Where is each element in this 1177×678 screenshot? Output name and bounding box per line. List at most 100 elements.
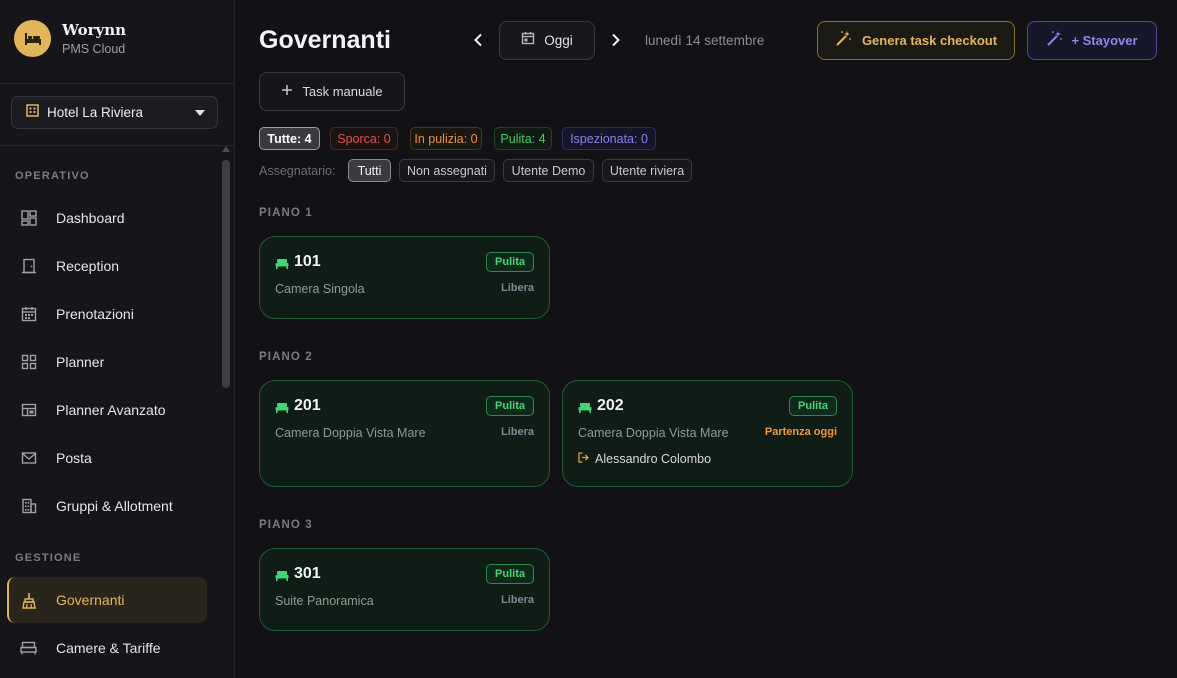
layout-icon bbox=[20, 402, 37, 419]
room-card[interactable]: 101 Pulita Camera Singola Libera bbox=[259, 236, 550, 319]
filter-all[interactable]: Tutte: 4 bbox=[259, 127, 320, 150]
filter-cleaning[interactable]: In pulizia: 0 bbox=[410, 127, 482, 150]
floor-title: PIANO 2 bbox=[259, 351, 313, 363]
occupancy-status: Libera bbox=[500, 426, 534, 438]
room-type: Camera Doppia Vista Mare bbox=[578, 426, 729, 440]
sidebar-item-label: Prenotazioni bbox=[56, 306, 134, 322]
assignee-option-riviera-user[interactable]: Utente riviera bbox=[602, 159, 692, 182]
assignee-option-unassigned[interactable]: Non assegnati bbox=[399, 159, 495, 182]
floor-title: PIANO 1 bbox=[259, 207, 313, 219]
current-date: lunedì 14 settembre bbox=[645, 33, 765, 48]
plus-icon bbox=[281, 83, 293, 101]
logout-arrow-icon bbox=[578, 450, 589, 468]
hotel-icon bbox=[26, 103, 39, 122]
sidebar-item-governanti[interactable]: Governanti bbox=[7, 577, 207, 623]
room-card[interactable]: 301 Pulita Suite Panoramica Libera bbox=[259, 548, 550, 631]
previous-day-button[interactable] bbox=[468, 30, 488, 50]
filter-clean[interactable]: Pulita: 4 bbox=[494, 127, 552, 150]
today-button[interactable]: Oggi bbox=[499, 21, 595, 60]
sidebar-item-label: Dashboard bbox=[56, 210, 125, 226]
status-badge: Pulita bbox=[789, 396, 837, 416]
bed-icon bbox=[20, 640, 37, 657]
sidebar-item-gruppi-allotment[interactable]: Gruppi & Allotment bbox=[7, 483, 207, 529]
sidebar-item-posta[interactable]: Posta bbox=[7, 435, 207, 481]
sidebar-item-label: Planner Avanzato bbox=[56, 402, 166, 418]
sidebar-divider bbox=[0, 145, 234, 146]
bed-icon bbox=[578, 400, 592, 418]
occupancy-status: Partenza oggi bbox=[764, 426, 837, 438]
sidebar-item-camere-tariffe[interactable]: Camere & Tariffe bbox=[7, 625, 207, 671]
status-badge: Pulita bbox=[486, 396, 534, 416]
room-type: Camera Singola bbox=[275, 282, 365, 296]
bed-logo-icon bbox=[14, 20, 51, 57]
sidebar-item-prenotazioni[interactable]: Prenotazioni bbox=[7, 291, 207, 337]
assignee-option-demo-user[interactable]: Utente Demo bbox=[503, 159, 594, 182]
dashboard-icon bbox=[20, 210, 37, 227]
magic-wand-icon bbox=[1046, 30, 1063, 52]
brand-name: Worynn bbox=[62, 20, 127, 39]
room-number: 101 bbox=[294, 253, 321, 270]
room-card[interactable]: 201 Pulita Camera Doppia Vista Mare Libe… bbox=[259, 380, 550, 487]
chevron-left-icon bbox=[474, 33, 482, 47]
sidebar-item-dashboard[interactable]: Dashboard bbox=[7, 195, 207, 241]
sidebar-item-label: Gruppi & Allotment bbox=[56, 498, 173, 514]
manual-task-button-label: Task manuale bbox=[302, 84, 383, 99]
next-day-button[interactable] bbox=[606, 30, 626, 50]
calendar-icon bbox=[20, 306, 37, 323]
chevron-right-icon bbox=[612, 33, 620, 47]
brand-subtitle: PMS Cloud bbox=[62, 41, 126, 56]
hotel-selector[interactable]: Hotel La Riviera bbox=[11, 96, 218, 129]
grid-icon bbox=[20, 354, 37, 371]
occupancy-status: Libera bbox=[500, 282, 534, 294]
bed-icon bbox=[275, 256, 289, 274]
stayover-button[interactable]: + Stayover bbox=[1027, 21, 1157, 60]
status-badge: Pulita bbox=[486, 252, 534, 272]
mail-icon bbox=[20, 450, 37, 467]
sidebar-item-label: Governanti bbox=[56, 592, 125, 608]
bed-icon bbox=[275, 400, 289, 418]
floor-title: PIANO 3 bbox=[259, 519, 313, 531]
generate-checkout-tasks-button[interactable]: Genera task checkout bbox=[817, 21, 1015, 60]
room-type: Camera Doppia Vista Mare bbox=[275, 426, 426, 440]
scroll-up-arrow-icon[interactable] bbox=[222, 146, 230, 152]
section-title-operativo: OPERATIVO bbox=[15, 170, 90, 182]
calendar-icon bbox=[521, 31, 535, 50]
today-button-label: Oggi bbox=[544, 33, 573, 48]
sidebar-item-planner-avanzato[interactable]: Planner Avanzato bbox=[7, 387, 207, 433]
sidebar: Worynn PMS Cloud Hotel La Riviera OPERAT… bbox=[0, 0, 235, 678]
brand: Worynn PMS Cloud bbox=[14, 20, 126, 57]
chevron-down-icon bbox=[195, 110, 205, 116]
sidebar-item-label: Camere & Tariffe bbox=[56, 640, 161, 656]
manual-task-button[interactable]: Task manuale bbox=[259, 72, 405, 111]
sidebar-item-planner[interactable]: Planner bbox=[7, 339, 207, 385]
sidebar-item-label: Planner bbox=[56, 354, 105, 370]
room-card[interactable]: 202 Pulita Camera Doppia Vista Mare Part… bbox=[562, 380, 853, 487]
hotel-selector-value: Hotel La Riviera bbox=[47, 105, 144, 120]
guest-name: Alessandro Colombo bbox=[595, 452, 712, 466]
building-icon bbox=[20, 498, 37, 515]
filter-inspected[interactable]: Ispezionata: 0 bbox=[562, 127, 656, 150]
sidebar-divider bbox=[0, 83, 234, 84]
door-icon bbox=[20, 258, 37, 275]
scrollbar-thumb[interactable] bbox=[222, 160, 230, 388]
assignee-option-all[interactable]: Tutti bbox=[348, 159, 391, 182]
room-number: 301 bbox=[294, 565, 321, 582]
room-type: Suite Panoramica bbox=[275, 594, 374, 608]
sidebar-item-reception[interactable]: Reception bbox=[7, 243, 207, 289]
generate-checkout-tasks-label: Genera task checkout bbox=[861, 33, 998, 48]
sidebar-item-label: Reception bbox=[56, 258, 120, 274]
stayover-button-label: + Stayover bbox=[1071, 33, 1138, 48]
status-badge: Pulita bbox=[486, 564, 534, 584]
guest-info: Alessandro Colombo bbox=[578, 450, 711, 468]
room-number: 201 bbox=[294, 397, 321, 414]
filter-dirty[interactable]: Sporca: 0 bbox=[330, 127, 398, 150]
section-title-gestione: GESTIONE bbox=[15, 552, 82, 564]
occupancy-status: Libera bbox=[500, 594, 534, 606]
bed-icon bbox=[275, 568, 289, 586]
page-title: Governanti bbox=[259, 26, 391, 54]
sidebar-scrollbar[interactable] bbox=[220, 146, 232, 678]
broom-icon bbox=[20, 592, 37, 609]
assignee-label: Assegnatario: bbox=[259, 164, 336, 178]
magic-wand-icon bbox=[835, 30, 852, 52]
sidebar-item-label: Posta bbox=[56, 450, 92, 466]
